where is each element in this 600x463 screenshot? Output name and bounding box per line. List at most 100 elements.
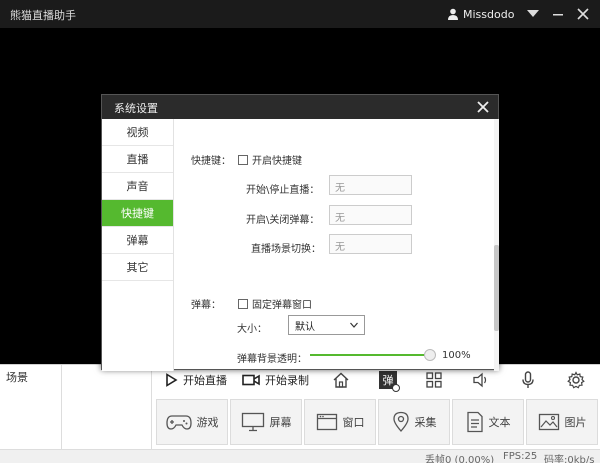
bitrate-readout: 码率:0kb/s: [544, 455, 595, 463]
triangle-down-icon: [527, 10, 539, 17]
hotkeys-section-label: 快捷键：: [191, 156, 231, 167]
nav-label: 弹幕: [126, 234, 149, 247]
opacity-value: 100%: [442, 350, 471, 361]
danmaku-toggle-button[interactable]: 弹: [379, 369, 400, 392]
start-record-label: 开始录制: [265, 374, 309, 387]
home-button[interactable]: [332, 369, 350, 391]
start-record-button[interactable]: 开始录制: [242, 369, 309, 391]
microphone-icon: [522, 371, 534, 388]
app-title: 熊猫直播助手: [10, 9, 76, 22]
checkbox-box: [238, 298, 248, 309]
checkbox-box: [238, 154, 248, 165]
video-camera-icon: [242, 374, 260, 386]
nav-label: 直播: [126, 153, 149, 166]
speaker-icon: [473, 372, 487, 388]
play-icon: [166, 373, 178, 387]
status-bar: 丢帧0 (0.00%) FPS:25 码率:0kb/s: [0, 449, 600, 463]
size-select[interactable]: 默认: [288, 315, 365, 335]
nav-item-audio[interactable]: 声音: [102, 173, 173, 200]
nav-item-live[interactable]: 直播: [102, 146, 173, 173]
dialog-header: 系统设置: [102, 95, 498, 119]
hotkey-label-scene: 直播场景切换：: [251, 244, 321, 255]
opacity-slider[interactable]: [310, 348, 436, 362]
source-capture-button[interactable]: 采集: [378, 399, 450, 445]
fps-readout: FPS:25: [503, 451, 538, 462]
nav-item-hotkeys[interactable]: 快捷键: [102, 200, 173, 227]
start-live-label: 开始直播: [183, 374, 227, 387]
bottom-panel: 场景 开始直播 开始录制 弹 游戏 屏幕 窗口 采集 文本 图片 丢帧0 (0.…: [0, 364, 600, 463]
microphone-button[interactable]: [521, 369, 535, 391]
source-buttons: 游戏 屏幕 窗口 采集 文本 图片: [152, 397, 600, 447]
opacity-slider-handle[interactable]: [424, 349, 436, 361]
opacity-slider-track: [310, 354, 424, 356]
scene-list[interactable]: [62, 365, 152, 451]
text-icon: [466, 411, 483, 433]
fixed-danmaku-window-checkbox[interactable]: 固定弹幕窗口: [238, 296, 312, 311]
close-icon: [577, 8, 589, 20]
hotkey-label-live: 开始\停止直播：: [246, 185, 320, 196]
source-text-button[interactable]: 文本: [452, 399, 524, 445]
dialog-close-button[interactable]: [474, 98, 492, 116]
source-window-button[interactable]: 窗口: [304, 399, 376, 445]
image-icon: [538, 413, 559, 431]
minimize-button[interactable]: [548, 4, 568, 24]
location-icon: [392, 411, 409, 432]
nav-label: 声音: [126, 180, 149, 193]
user-icon: [448, 8, 458, 20]
opacity-label: 弹幕背景透明：: [237, 354, 307, 365]
window-icon: [316, 413, 337, 431]
minimize-icon: [553, 14, 563, 16]
scene-label: 场景: [6, 371, 28, 384]
grid-icon: [426, 372, 442, 388]
chevron-down-icon: [350, 322, 358, 328]
gear-icon: [567, 371, 585, 389]
nav-item-video[interactable]: 视频: [102, 119, 173, 146]
close-icon: [477, 101, 489, 113]
layout-grid-button[interactable]: [426, 369, 442, 391]
danmaku-icon: 弹: [379, 371, 400, 392]
danmaku-section-label: 弹幕：: [191, 300, 221, 311]
settings-nav: 视频 直播 声音 快捷键 弹幕 其它: [102, 119, 174, 371]
nav-item-other[interactable]: 其它: [102, 254, 173, 281]
username: Missdodo: [463, 7, 515, 21]
dropdown-button[interactable]: [523, 4, 543, 24]
fixed-danmaku-window-label: 固定弹幕窗口: [252, 300, 312, 311]
scene-panel: 场景: [0, 365, 62, 451]
source-capture-label: 采集: [414, 416, 437, 429]
source-game-label: 游戏: [196, 416, 219, 429]
source-text-label: 文本: [488, 416, 511, 429]
source-game-button[interactable]: 游戏: [156, 399, 228, 445]
start-live-button[interactable]: 开始直播: [164, 369, 227, 391]
source-screen-label: 屏幕: [269, 416, 292, 429]
enable-hotkeys-label: 开启快捷键: [252, 156, 302, 167]
home-icon: [333, 372, 349, 388]
nav-label: 快捷键: [121, 207, 154, 220]
settings-button[interactable]: [567, 369, 585, 391]
dropped-frames: 丢帧0 (0.00%): [425, 455, 495, 463]
gamepad-icon: [165, 415, 192, 430]
hotkey-input-danmaku[interactable]: 无: [329, 205, 412, 225]
settings-scrollbar[interactable]: [494, 119, 499, 371]
nav-item-danmaku[interactable]: 弹幕: [102, 227, 173, 254]
enable-hotkeys-checkbox[interactable]: 开启快捷键: [238, 152, 302, 167]
source-image-label: 图片: [564, 416, 587, 429]
hotkey-label-danmaku: 开启\关闭弹幕：: [246, 215, 320, 226]
hotkey-input-live[interactable]: 无: [329, 175, 412, 195]
nav-label: 其它: [126, 261, 149, 274]
close-window-button[interactable]: [573, 4, 593, 24]
dialog-title: 系统设置: [114, 102, 158, 115]
nav-label: 视频: [126, 126, 149, 139]
hotkey-input-scene[interactable]: 无: [329, 234, 412, 254]
size-label: 大小：: [237, 324, 267, 335]
size-select-value: 默认: [295, 321, 315, 333]
speaker-button[interactable]: [472, 369, 490, 391]
source-image-button[interactable]: 图片: [526, 399, 598, 445]
scrollbar-thumb[interactable]: [494, 245, 499, 331]
monitor-icon: [241, 412, 264, 432]
user-account[interactable]: Missdodo: [447, 6, 514, 22]
source-screen-button[interactable]: 屏幕: [230, 399, 302, 445]
settings-dialog: 系统设置 视频 直播 声音 快捷键 弹幕 其它 快捷键： 开启快捷键 开始\停止…: [101, 94, 499, 371]
source-window-label: 窗口: [342, 416, 365, 429]
title-bar: 熊猫直播助手 Missdodo: [0, 0, 600, 28]
settings-content: 快捷键： 开启快捷键 开始\停止直播： 无 开启\关闭弹幕： 无 直播场景切换：…: [174, 119, 498, 371]
